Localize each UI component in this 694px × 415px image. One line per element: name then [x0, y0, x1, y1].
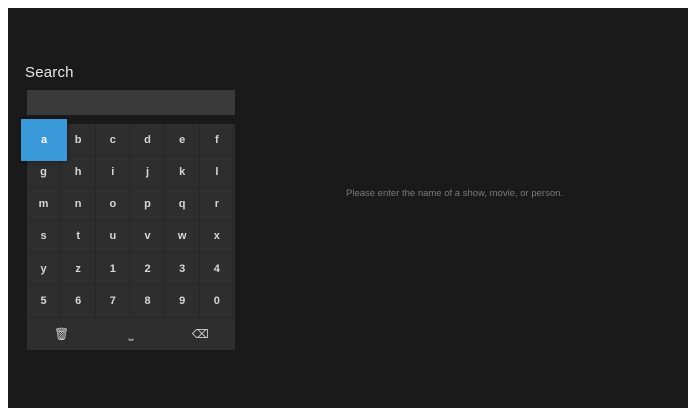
key-o[interactable]: o: [96, 188, 131, 221]
backspace-icon: ⌫: [191, 327, 209, 341]
page-title: Search: [25, 64, 74, 81]
key-d[interactable]: d: [131, 124, 165, 156]
key-q[interactable]: q: [165, 188, 200, 221]
trash-icon: 🗑: [54, 327, 70, 341]
key-l[interactable]: l: [200, 156, 235, 189]
key-4[interactable]: 4: [200, 253, 235, 286]
key-9[interactable]: 9: [165, 285, 200, 318]
key-j[interactable]: j: [131, 156, 165, 189]
search-screen: Search abcdefghijklmnopqrstuvwxyz1234567…: [8, 8, 688, 408]
key-y[interactable]: y: [27, 253, 61, 286]
empty-results-message: Please enter the name of a show, movie, …: [346, 188, 564, 199]
clear-key[interactable]: 🗑: [27, 318, 96, 350]
key-k[interactable]: k: [165, 156, 200, 189]
key-7[interactable]: 7: [96, 285, 131, 318]
key-1[interactable]: 1: [96, 253, 131, 286]
key-5[interactable]: 5: [27, 285, 61, 318]
key-g[interactable]: g: [27, 156, 61, 189]
key-w[interactable]: w: [165, 220, 200, 253]
key-p[interactable]: p: [131, 188, 165, 221]
key-m[interactable]: m: [27, 188, 61, 221]
key-u[interactable]: u: [96, 220, 131, 253]
key-v[interactable]: v: [131, 220, 165, 253]
onscreen-keyboard: a b c d e f g h i j k l m n o p q r s t u v w x y z 1 2 3 4 5 6 7 8 9 0 🗑 ⎵ ⌫: [21, 119, 235, 350]
key-r[interactable]: r: [200, 188, 235, 221]
key-c[interactable]: c: [96, 124, 131, 156]
key-3[interactable]: 3: [165, 253, 200, 286]
space-icon: ⎵: [128, 326, 134, 341]
key-s[interactable]: s: [27, 220, 61, 253]
key-t[interactable]: t: [61, 220, 96, 253]
search-input[interactable]: [27, 90, 235, 115]
key-2[interactable]: 2: [131, 253, 165, 286]
key-h[interactable]: h: [61, 156, 96, 189]
backspace-key[interactable]: ⌫: [166, 318, 235, 350]
key-z[interactable]: z: [61, 253, 96, 286]
key-0[interactable]: 0: [200, 285, 235, 318]
key-e[interactable]: e: [165, 124, 200, 156]
key-6[interactable]: 6: [61, 285, 96, 318]
key-f[interactable]: f: [200, 124, 235, 156]
key-i[interactable]: i: [96, 156, 131, 189]
key-x[interactable]: x: [200, 220, 235, 253]
key-n[interactable]: n: [61, 188, 96, 221]
key-a[interactable]: a: [21, 119, 67, 161]
space-key[interactable]: ⎵: [96, 318, 165, 350]
key-8[interactable]: 8: [131, 285, 165, 318]
